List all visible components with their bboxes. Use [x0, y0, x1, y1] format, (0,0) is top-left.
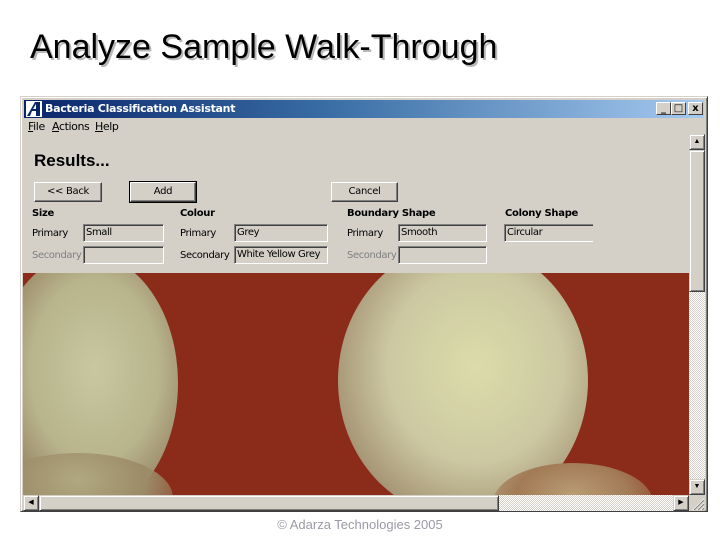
copyright-footer: © Adarza Technologies 2005 — [277, 517, 443, 532]
scroll-down-button[interactable]: ▼ — [689, 479, 705, 495]
menu-bar: File Actions Help — [24, 119, 704, 135]
colour-primary-label: Primary — [180, 228, 216, 239]
arrow-up-icon: ▲ — [693, 138, 701, 145]
arrow-down-icon: ▼ — [693, 483, 701, 490]
menu-help-label: elp — [102, 120, 119, 133]
boundary-shape-group-label: Boundary Shape — [347, 208, 436, 219]
colour-secondary-label: Secondary — [180, 250, 230, 261]
colour-primary-field[interactable]: Grey — [234, 224, 328, 242]
colour-group-label: Colour — [180, 208, 215, 219]
size-secondary-label: Secondary — [32, 250, 82, 261]
minimize-button[interactable]: _ — [656, 102, 671, 115]
arrow-left-icon: ◀ — [28, 499, 34, 506]
window-title: Bacteria Classification Assistant — [45, 102, 236, 115]
menu-file-label: ile — [33, 120, 45, 133]
boundary-secondary-label: Secondary — [347, 250, 397, 261]
client-area: Results... << Back Add Cancel Size Prima… — [23, 134, 689, 495]
add-button[interactable]: Add — [129, 181, 197, 203]
results-form: Results... << Back Add Cancel Size Prima… — [23, 134, 689, 273]
menu-actions-label: ctions — [58, 120, 90, 133]
resize-grip-icon[interactable] — [689, 495, 705, 511]
scroll-up-button[interactable]: ▲ — [689, 134, 705, 150]
menu-actions-accel: A — [52, 120, 59, 133]
back-button[interactable]: << Back — [34, 182, 102, 202]
menu-file[interactable]: File — [28, 120, 45, 133]
colour-secondary-field[interactable]: White Yellow Grey — [234, 246, 328, 264]
size-secondary-field[interactable] — [83, 246, 164, 264]
scroll-left-button[interactable]: ◀ — [23, 495, 39, 511]
menu-help-accel: H — [95, 120, 103, 133]
adarza-logo-icon — [26, 101, 42, 117]
scroll-right-button[interactable]: ▶ — [673, 495, 689, 511]
vertical-scrollbar[interactable]: ▲ ▼ — [689, 134, 705, 495]
app-window: Bacteria Classification Assistant _ □ x … — [20, 96, 708, 512]
size-primary-label: Primary — [32, 228, 68, 239]
colony-center — [338, 273, 588, 495]
results-heading: Results... — [34, 151, 110, 170]
arrow-right-icon: ▶ — [678, 499, 684, 506]
maximize-button[interactable]: □ — [671, 102, 686, 115]
menu-actions[interactable]: Actions — [52, 120, 90, 133]
sample-image — [23, 273, 689, 495]
title-bar[interactable]: Bacteria Classification Assistant _ □ x — [24, 100, 704, 118]
horizontal-scrollbar[interactable]: ◀ ▶ — [23, 495, 689, 511]
colony-shape-group-label: Colony Shape — [505, 208, 579, 219]
boundary-primary-field[interactable]: Smooth — [398, 224, 487, 242]
cancel-button[interactable]: Cancel — [331, 182, 398, 202]
size-primary-field[interactable]: Small — [83, 224, 164, 242]
slide-title: Analyze Sample Walk-Through — [30, 28, 498, 66]
close-button[interactable]: x — [688, 102, 703, 115]
menu-help[interactable]: Help — [95, 120, 119, 133]
colony-shape-field[interactable]: Circular — [504, 224, 593, 242]
boundary-secondary-field[interactable] — [398, 246, 487, 264]
horizontal-scroll-thumb[interactable] — [39, 495, 499, 511]
size-group-label: Size — [32, 208, 55, 219]
vertical-scroll-thumb[interactable] — [689, 150, 705, 292]
boundary-primary-label: Primary — [347, 228, 383, 239]
